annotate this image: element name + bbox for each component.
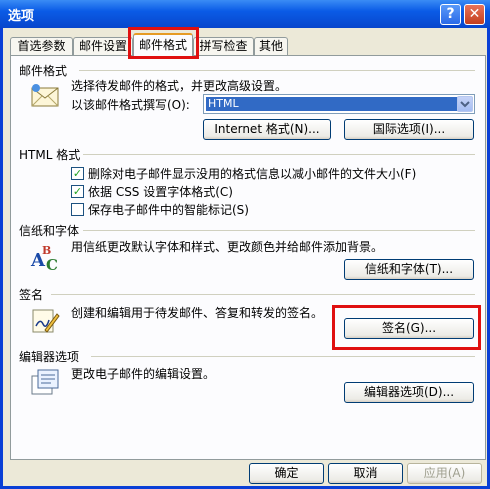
envelope-icon: [31, 84, 59, 107]
fonts-icon: A B C: [30, 244, 58, 272]
signature-description: 创建和编辑用于待发邮件、答复和转发的签名。: [71, 306, 324, 320]
internet-format-button[interactable]: Internet 格式(N)...: [203, 119, 331, 140]
stationery-fonts-button[interactable]: 信纸和字体(T)...: [344, 259, 474, 280]
svg-text:C: C: [46, 256, 58, 272]
mail-format-description: 选择待发邮件的格式，并更改高级设置。: [71, 79, 288, 93]
window-title: 选项: [8, 9, 35, 24]
section-title-stationery: 信纸和字体: [19, 224, 80, 238]
editor-icon: [31, 369, 59, 395]
compose-format-select[interactable]: HTML: [203, 94, 475, 114]
editor-options-button[interactable]: 编辑器选项(D)...: [344, 382, 474, 403]
apply-button[interactable]: 应用(A): [407, 463, 482, 484]
section-title-html-format: HTML 格式: [19, 148, 81, 162]
close-button[interactable]: ✕: [464, 4, 485, 25]
checkbox-remove-formatting[interactable]: ✓: [71, 167, 84, 180]
cancel-button[interactable]: 取消: [328, 463, 403, 484]
ok-button[interactable]: 确定: [249, 463, 324, 484]
compose-format-label: 以该邮件格式撰写(O):: [71, 98, 190, 112]
signature-button[interactable]: 签名(G)...: [344, 318, 474, 339]
section-title-editor: 编辑器选项: [19, 350, 80, 364]
stationery-description: 用信纸更改默认字体和样式、更改颜色并给邮件添加背景。: [71, 240, 384, 254]
remove-formatting-label: 删除对电子邮件显示没用的格式信息以减小邮件的文件大小(F): [88, 167, 417, 181]
checkbox-css-fonts[interactable]: ✓: [71, 185, 84, 198]
chevron-down-icon[interactable]: [457, 96, 473, 112]
checkbox-smart-tags[interactable]: [71, 203, 84, 216]
separator: [83, 230, 475, 231]
separator: [83, 154, 475, 155]
section-title-signature: 签名: [19, 288, 44, 302]
tab-mail-setup[interactable]: 邮件设置: [73, 37, 133, 55]
tab-spelling[interactable]: 拼写检查: [193, 37, 254, 55]
separator: [51, 294, 475, 295]
smart-tags-label: 保存电子邮件中的智能标记(S): [88, 203, 249, 217]
tab-preferences[interactable]: 首选参数: [10, 37, 73, 55]
tab-other[interactable]: 其他: [254, 37, 288, 55]
signature-icon: [32, 309, 60, 333]
title-bar[interactable]: 选项 ? ✕: [0, 0, 490, 28]
section-title-mail-format: 邮件格式: [19, 64, 68, 78]
help-button[interactable]: ?: [440, 4, 461, 25]
compose-format-value: HTML: [206, 97, 466, 111]
checkmark-icon: ✓: [72, 167, 83, 180]
tab-mail-format[interactable]: 邮件格式: [133, 33, 193, 56]
editor-description: 更改电子邮件的编辑设置。: [71, 367, 216, 381]
checkmark-icon: ✓: [72, 185, 83, 198]
separator: [79, 70, 475, 71]
css-fonts-label: 依据 CSS 设置字体格式(C): [88, 185, 233, 199]
separator: [91, 356, 475, 357]
options-dialog: 选项 ? ✕ 首选参数 邮件设置 邮件格式 拼写检查 其他 邮件格式 选择待发邮…: [0, 0, 490, 489]
international-options-button[interactable]: 国际选项(I)...: [344, 119, 474, 140]
